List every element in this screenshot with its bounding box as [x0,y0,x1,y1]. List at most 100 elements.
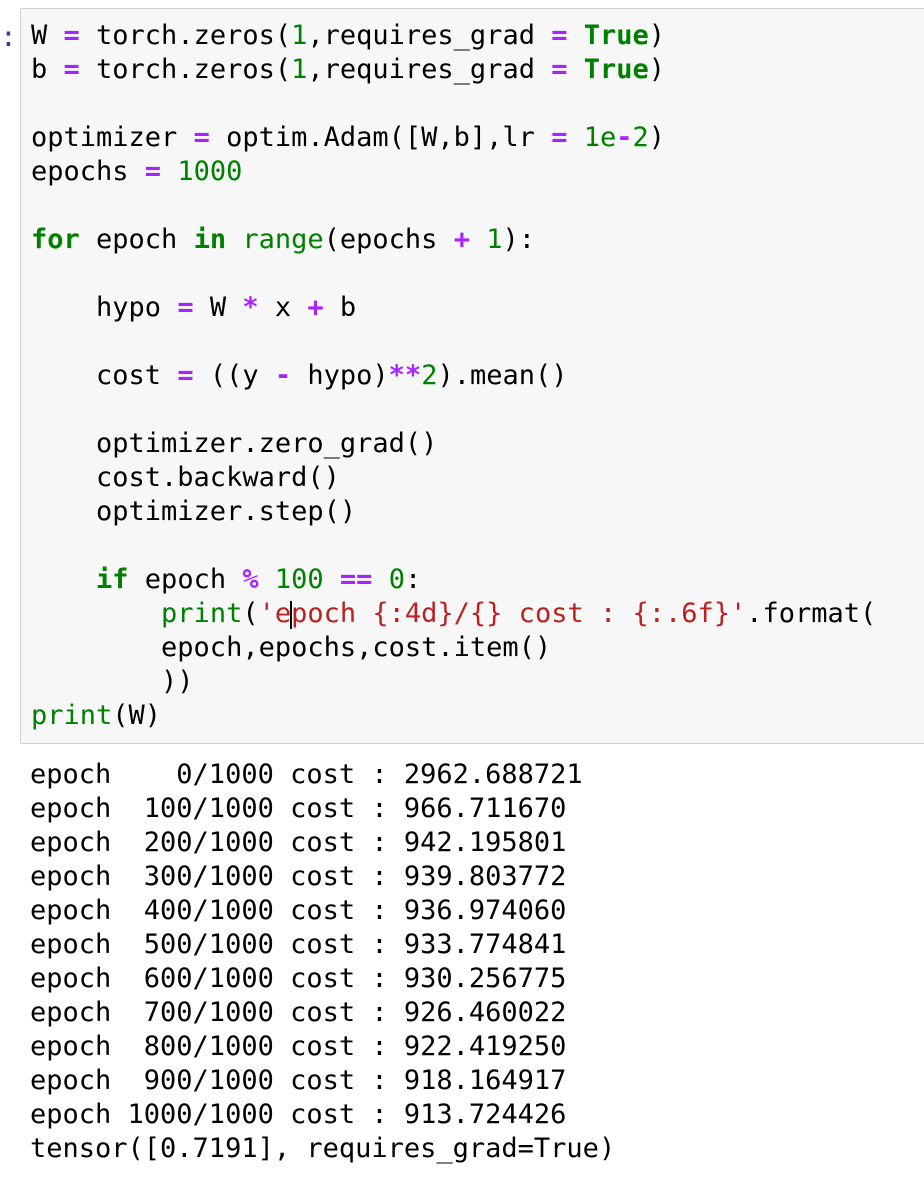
code-line: optimizer.step() [31,495,356,529]
code-token: torch.zeros( [79,54,292,85]
code-token: ) [648,20,666,51]
code-line: )) [31,665,194,699]
code-line: cost = ((y - hypo)**2).mean() [31,359,568,393]
output-line: epoch 800/1000 cost : 922.419250 [30,1031,567,1062]
code-token: 1 [486,224,503,255]
code-token: for [31,224,80,255]
code-token: 'e [258,598,292,629]
code-line: optimizer.zero_grad() [31,427,437,461]
code-token: = [63,20,80,51]
cell-prompt-marker: : [0,20,17,53]
code-token: ((y [193,360,275,391]
output-line: epoch 700/1000 cost : 926.460022 [30,997,567,1028]
code-token: == [339,564,373,595]
code-token: 1000 [177,156,243,187]
code-token: range [242,224,324,255]
code-line: epoch,epochs,cost.item() [31,631,551,665]
code-token: epoch,epochs,cost.item() [31,632,552,663]
output-line: epoch 0/1000 cost : 2962.688721 [30,759,583,790]
code-token: x [258,292,308,323]
code-token: + [453,224,470,255]
output-line: epoch 200/1000 cost : 942.195801 [30,827,567,858]
code-token: W [31,20,64,51]
code-token: hypo [31,292,178,323]
code-token: 1 [291,54,308,85]
code-token: b [323,292,357,323]
code-token: ( [242,598,259,629]
output-line: tensor([0.7191], requires_grad=True) [30,1133,616,1164]
code-token: hypo) [291,360,389,391]
code-token: = [177,292,194,323]
code-token: % [242,564,259,595]
code-line: hypo = W * x + b [31,291,356,325]
code-line: for epoch in range(epochs + 1): [31,223,535,257]
code-token: in [193,224,227,255]
code-token: 2 [421,360,438,391]
code-token: ).mean() [437,360,568,391]
code-token: poch {:4d}/{} cost : {:.6f}' [291,598,747,629]
output-line: epoch 900/1000 cost : 918.164917 [30,1065,567,1096]
code-token: - [616,122,633,153]
output-line: epoch 100/1000 cost : 966.711670 [30,793,567,824]
code-token: True [583,54,649,85]
code-cell-output: epoch 0/1000 cost : 2962.688721 epoch 100… [20,758,920,1178]
code-token: epoch [79,224,194,255]
code-line: b = torch.zeros(1,requires_grad = True) [31,53,665,87]
code-token: 1e [583,122,617,153]
code-token: : [404,564,422,595]
code-token: ) [648,122,666,153]
code-token: ,requires_grad [307,54,552,85]
code-token: ): [502,224,535,255]
code-token: ** [388,360,422,391]
code-token: optimizer.zero_grad() [31,428,438,459]
code-token: optim.Adam([W,b],lr [209,122,552,153]
code-token: = [551,20,568,51]
code-token: (epochs [323,224,454,255]
code-token: = [144,156,162,187]
code-token: True [583,20,649,51]
output-line: epoch 1000/1000 cost : 913.724426 [30,1099,567,1130]
code-token: print [31,700,113,731]
code-token: 1 [291,20,308,51]
code-line: epochs = 1000 [31,155,242,189]
code-token: = [63,54,80,85]
code-token: + [307,292,324,323]
output-line: epoch 500/1000 cost : 933.774841 [30,929,567,960]
output-line: epoch 600/1000 cost : 930.256775 [30,963,567,994]
code-token: b [31,54,64,85]
code-token: epoch [128,564,243,595]
code-token: epochs [31,156,145,187]
code-token: cost [31,360,178,391]
code-line: if epoch % 100 == 0: [31,563,421,597]
code-token: torch.zeros( [79,20,292,51]
code-token: (W) [112,700,162,731]
code-token: = [193,122,210,153]
code-token: .format( [746,598,877,629]
code-token: 0 [388,564,405,595]
code-token: - [274,360,292,391]
code-token: ) [648,54,666,85]
code-cell-input[interactable]: W = torch.zeros(1,requires_grad = True) b… [20,8,924,744]
code-token: = [551,54,568,85]
code-token: optimizer.step() [31,496,357,527]
code-token: cost.backward() [31,462,340,493]
code-line: print('epoch {:4d}/{} cost : {:.6f}'.for… [31,597,876,631]
code-line: optimizer = optim.Adam([W,b],lr = 1e-2) [31,121,665,155]
code-line: print(W) [31,699,161,733]
code-token: 100 [274,564,324,595]
code-token: W [193,292,243,323]
code-token: )) [31,666,194,697]
code-token: = [551,122,568,153]
output-line: epoch 400/1000 cost : 936.974060 [30,895,567,926]
notebook-page: : W = torch.zeros(1,requires_grad = True… [0,0,924,1186]
